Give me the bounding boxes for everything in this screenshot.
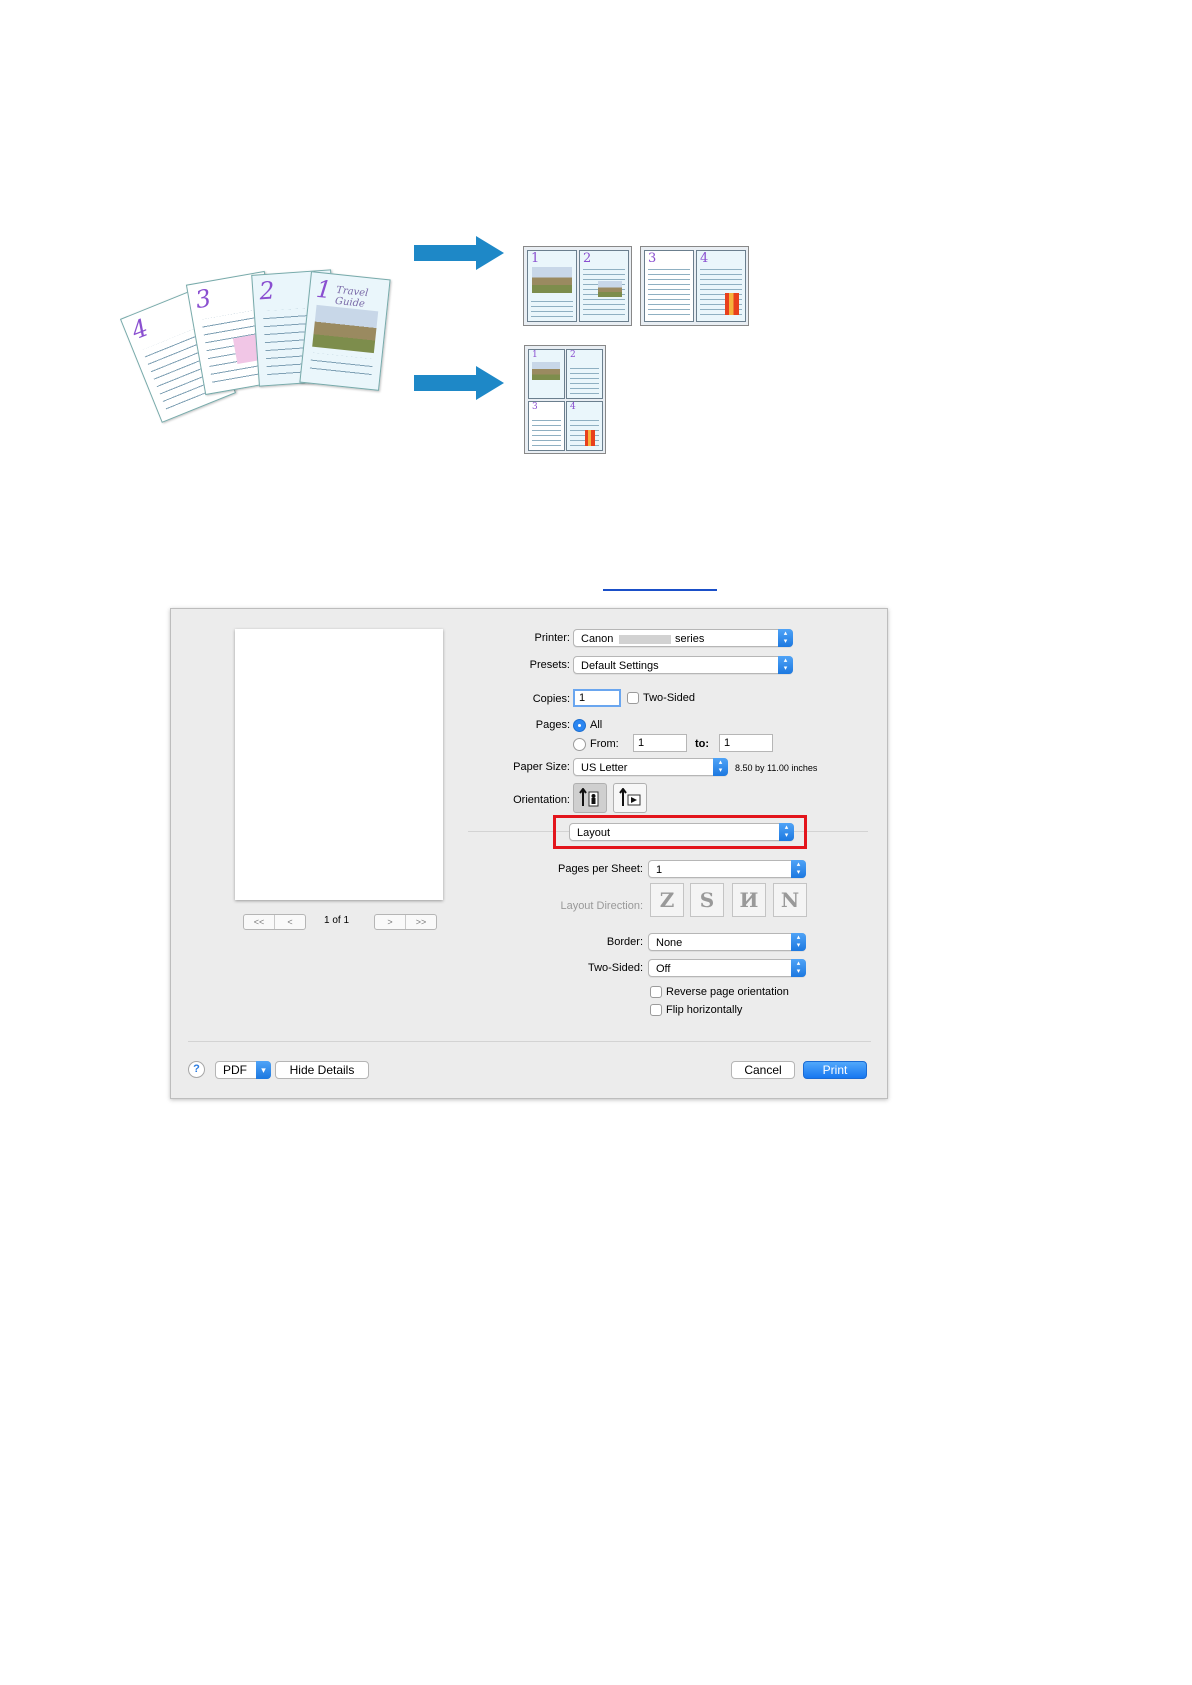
hide-details-button[interactable]: Hide Details xyxy=(275,1061,369,1079)
page-number: 1 xyxy=(531,251,540,266)
link-underline[interactable] xyxy=(603,589,717,591)
footer-separator xyxy=(188,1041,871,1042)
page-number: 3 xyxy=(193,283,214,315)
pages-to-field[interactable]: 1 xyxy=(719,734,773,752)
page-number: 2 xyxy=(258,276,276,306)
layout-direction-z-button[interactable]: Z xyxy=(650,883,684,917)
pdf-dropdown-icon: ▾ xyxy=(256,1061,271,1079)
page-number: 4 xyxy=(127,313,153,346)
layout-direction-label: Layout Direction: xyxy=(560,900,643,912)
cancel-button[interactable]: Cancel xyxy=(731,1061,795,1079)
portrait-icon xyxy=(579,788,599,807)
paper-size-label: Paper Size: xyxy=(513,761,570,773)
two-sided-value: Off xyxy=(656,963,671,975)
printer-model-redacted xyxy=(619,635,671,644)
help-button[interactable]: ? xyxy=(188,1061,205,1078)
layout-direction-reverse-n-button[interactable]: И xyxy=(732,883,766,917)
flip-horizontally-checkbox[interactable] xyxy=(650,1004,662,1016)
pages-from-radio[interactable] xyxy=(573,738,586,751)
pages-from-label: From: xyxy=(590,738,619,750)
popup-stepper-icon: ▴ ▾ xyxy=(778,656,793,674)
last-page-button[interactable]: >> xyxy=(405,915,436,929)
copies-label: Copies: xyxy=(532,693,570,705)
pdf-label: PDF xyxy=(223,1063,247,1077)
landscape-orientation-button[interactable] xyxy=(613,783,647,813)
source-page-1: 1 Travel Guide xyxy=(299,271,391,391)
layout-direction-s-button[interactable]: S xyxy=(690,883,724,917)
printer-value-prefix: Canon xyxy=(581,633,614,645)
print-button[interactable]: Print xyxy=(803,1061,867,1079)
arrow-right-icon xyxy=(414,236,504,270)
page-number: 3 xyxy=(648,251,657,266)
two-up-sheet-2: 3 4 xyxy=(640,246,749,326)
two-up-sheet-1: 1 2 xyxy=(523,246,632,326)
highlight-box xyxy=(553,815,807,849)
presets-popup[interactable]: Default Settings ▴ ▾ xyxy=(573,656,793,674)
pages-per-sheet-value: 1 xyxy=(656,864,663,876)
printer-value-suffix: series xyxy=(675,633,705,645)
illustration: 4 3 2 1 Travel Guide 1 2 3 4 1 2 3 4 xyxy=(0,0,1192,480)
border-label: Border: xyxy=(606,936,643,948)
pager-back-group: << < xyxy=(243,914,306,930)
paper-size-popup[interactable]: US Letter ▴ ▾ xyxy=(573,758,728,776)
pages-per-sheet-label: Pages per Sheet: xyxy=(557,863,643,875)
pdf-menu-button[interactable]: PDF ▾ xyxy=(215,1061,271,1079)
landscape-icon xyxy=(619,788,641,806)
paper-size-dimensions: 8.50 by 11.00 inches xyxy=(735,763,818,773)
pages-to-label: to: xyxy=(695,738,710,750)
page-number: 1 xyxy=(532,350,538,360)
popup-stepper-icon: ▴ ▾ xyxy=(791,959,806,977)
previous-page-button[interactable]: < xyxy=(274,915,305,929)
pages-label: Pages: xyxy=(535,719,570,731)
popup-stepper-icon: ▴ ▾ xyxy=(713,758,728,776)
paper-size-value: US Letter xyxy=(581,762,628,774)
pages-all-label: All xyxy=(590,719,603,731)
popup-stepper-icon: ▴ ▾ xyxy=(791,860,806,878)
page-number: 4 xyxy=(700,251,709,266)
pages-all-radio[interactable] xyxy=(573,719,586,732)
presets-label: Presets: xyxy=(529,659,570,671)
popup-stepper-icon: ▴ ▾ xyxy=(791,933,806,951)
reverse-orientation-checkbox[interactable] xyxy=(650,986,662,998)
printer-popup[interactable]: Canon series ▴ ▾ xyxy=(573,629,793,647)
page-number: 4 xyxy=(570,402,576,412)
page-number: 3 xyxy=(532,402,538,412)
pager-forward-group: > >> xyxy=(374,914,437,930)
layout-direction-n-button[interactable]: N xyxy=(773,883,807,917)
flip-horizontally-label: Flip horizontally xyxy=(666,1004,743,1016)
copies-field[interactable]: 1 xyxy=(573,689,621,707)
pages-per-sheet-popup[interactable]: 1 ▴ ▾ xyxy=(648,860,806,878)
reverse-orientation-label: Reverse page orientation xyxy=(666,986,789,998)
two-sided-label: Two-Sided: xyxy=(587,962,643,974)
border-popup[interactable]: None ▴ ▾ xyxy=(648,933,806,951)
arrow-right-icon xyxy=(414,366,504,400)
next-page-button[interactable]: > xyxy=(375,915,405,929)
page-number: 1 xyxy=(314,274,333,305)
presets-value: Default Settings xyxy=(581,660,659,672)
printer-label: Printer: xyxy=(534,632,570,644)
portrait-orientation-button[interactable] xyxy=(573,783,607,813)
page-number: 2 xyxy=(583,251,592,266)
two-sided-checkbox[interactable] xyxy=(627,692,639,704)
two-sided-check-label: Two-Sided xyxy=(643,692,695,704)
page-number: 2 xyxy=(570,350,576,360)
border-value: None xyxy=(656,937,683,949)
tree-photo xyxy=(312,304,379,354)
print-dialog: << < 1 of 1 > >> Printer: Canon series ▴… xyxy=(170,608,888,1099)
four-up-sheet: 1 2 3 4 xyxy=(524,345,606,454)
first-page-button[interactable]: << xyxy=(244,915,274,929)
pages-from-field[interactable]: 1 xyxy=(633,734,687,752)
two-sided-popup[interactable]: Off ▴ ▾ xyxy=(648,959,806,977)
popup-stepper-icon: ▴ ▾ xyxy=(778,629,793,647)
page-indicator: 1 of 1 xyxy=(324,915,350,926)
page-preview xyxy=(235,629,443,900)
orientation-label: Orientation: xyxy=(513,794,570,806)
